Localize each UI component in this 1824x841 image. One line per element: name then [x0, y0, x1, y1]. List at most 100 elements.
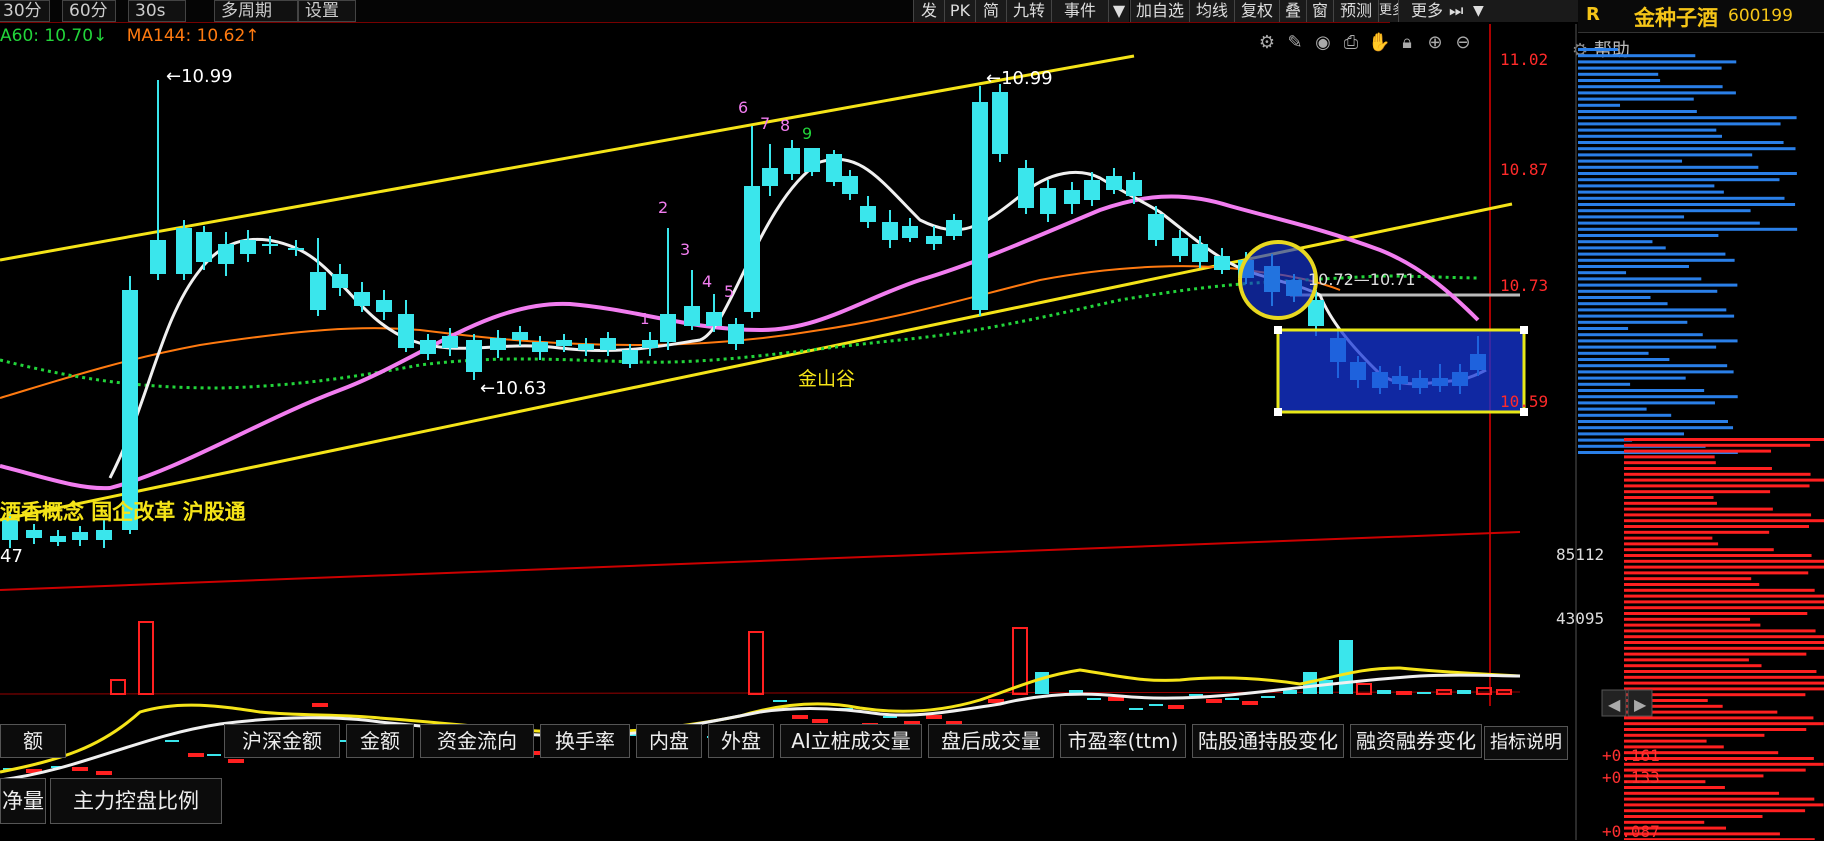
depth-bar-blue: [1578, 190, 1724, 194]
depth-bar-red: [1624, 554, 1812, 557]
price-tick: 10.73: [1500, 276, 1549, 295]
indicator-help-button[interactable]: 指标说明: [1484, 726, 1568, 760]
depth-bar-blue: [1578, 79, 1661, 82]
candle-body: [784, 148, 800, 174]
candle-body: [902, 226, 918, 238]
candle-body: [1106, 176, 1122, 190]
volume-bar: [1261, 696, 1275, 698]
pattern-label: 金山谷: [798, 368, 856, 390]
depth-bar-red: [1624, 501, 1717, 505]
depth-bar-red: [1624, 791, 1780, 795]
tab-inner-volume[interactable]: 内盘: [636, 724, 702, 758]
depth-bar-blue: [1578, 134, 1722, 138]
depth-bar-blue: [1578, 196, 1785, 200]
depth-bar-blue: [1578, 172, 1797, 175]
volume-bar: [1396, 691, 1412, 695]
candle-body: [1148, 214, 1164, 240]
candle-body: [1064, 190, 1080, 204]
depth-bar-red: [1624, 519, 1824, 523]
candle-body: [556, 340, 572, 346]
depth-bar-blue: [1578, 128, 1717, 132]
concept-tags[interactable]: 酒香概念 国企改革 沪股通: [0, 496, 246, 526]
candle-body: [1172, 238, 1188, 256]
candle-body: [804, 148, 820, 172]
candle-body: [1126, 180, 1142, 196]
tab-main-control-ratio[interactable]: 主力控盘比例: [50, 778, 222, 824]
candle-body: [860, 206, 876, 222]
depth-bar-red: [1624, 478, 1824, 482]
depth-bar-blue: [1578, 432, 1684, 436]
depth-bar-blue: [1578, 165, 1759, 169]
depth-bar-blue: [1578, 60, 1737, 64]
depth-bar-blue: [1578, 407, 1647, 411]
candle-body: [1192, 244, 1208, 262]
scroll-right-icon: ▶: [1634, 695, 1647, 714]
depth-bar-blue: [1578, 345, 1717, 349]
tab-outer-volume[interactable]: 外盘: [708, 724, 774, 758]
tab-sh-sz-amount[interactable]: 沪深金额: [224, 724, 340, 758]
candle-body: [442, 336, 458, 348]
depth-bar-blue: [1578, 382, 1631, 386]
tab-ai-volume[interactable]: AI立桩成交量: [780, 724, 922, 758]
depth-bar-blue: [1578, 209, 1751, 213]
tab-hk-connect[interactable]: 陆股通持股变化: [1192, 724, 1344, 758]
kline-chart[interactable]: ◀ ▶: [0, 0, 1824, 840]
candle-body: [532, 342, 548, 352]
low-value: 10.63: [495, 378, 547, 399]
panel-divider: [0, 531, 1521, 591]
candle-body: [310, 272, 326, 310]
depth-bar-red: [1624, 513, 1812, 517]
depth-bar-blue: [1578, 141, 1784, 144]
depth-bar-blue: [1578, 103, 1621, 107]
volume-bar: [228, 759, 244, 763]
tab-margin-trading[interactable]: 融资融券变化: [1350, 724, 1482, 758]
tab-fund-flow[interactable]: 资金流向: [420, 724, 534, 758]
tab-pe-ttm[interactable]: 市盈率(ttm): [1060, 724, 1186, 758]
candle-body: [218, 244, 234, 264]
depth-bar-red: [1624, 542, 1719, 546]
tab-after-hours-volume[interactable]: 盘后成交量: [928, 724, 1054, 758]
change-value: +0.133: [1602, 768, 1660, 787]
volume-bar: [988, 699, 1004, 703]
depth-bar-red: [1624, 525, 1810, 528]
candle-body: [882, 222, 898, 240]
depth-bar-blue: [1578, 426, 1734, 430]
high-left-value: 10.99: [181, 66, 233, 87]
depth-bar-blue: [1578, 320, 1688, 324]
candle-body: [376, 300, 392, 312]
candle-body: [578, 344, 594, 350]
depth-bar-blue: [1578, 308, 1727, 312]
candle-body: [1214, 256, 1230, 270]
depth-bar-red: [1624, 530, 1770, 534]
depth-bar-red: [1624, 490, 1771, 494]
tab-amount[interactable]: 金额: [346, 724, 414, 758]
depth-bar-red: [1624, 612, 1808, 615]
volume-bar: [1417, 692, 1431, 694]
depth-bar-red: [1624, 675, 1824, 679]
depth-bar-blue: [1578, 246, 1666, 250]
tab-net-volume[interactable]: 净量: [0, 778, 46, 824]
tab-indicator-amount-partial[interactable]: 额: [0, 724, 66, 758]
candle-body: [490, 338, 506, 350]
volume-bar: [748, 631, 764, 695]
depth-bar-blue: [1578, 376, 1686, 380]
volume-bar: [1149, 704, 1163, 706]
depth-bar-blue: [1578, 420, 1728, 423]
candle-body: [466, 340, 482, 372]
candle-body: [420, 340, 436, 354]
depth-bar-blue: [1578, 327, 1629, 330]
volume-bar: [72, 767, 88, 771]
candle-body: [50, 536, 66, 542]
depth-bar-red: [1624, 484, 1810, 488]
change-value: +0.087: [1602, 822, 1660, 841]
box-handle-tl: [1274, 326, 1282, 334]
candle-body: [706, 312, 722, 326]
depth-bar-red: [1624, 548, 1774, 552]
tab-turnover[interactable]: 换手率: [540, 724, 630, 758]
depth-bar-blue: [1578, 234, 1719, 237]
depth-bar-blue: [1578, 413, 1672, 417]
volume-bar: [312, 703, 328, 707]
candle-body: [398, 314, 414, 348]
nine-turn-1: 1: [640, 310, 650, 328]
depth-bar-blue: [1578, 351, 1649, 355]
